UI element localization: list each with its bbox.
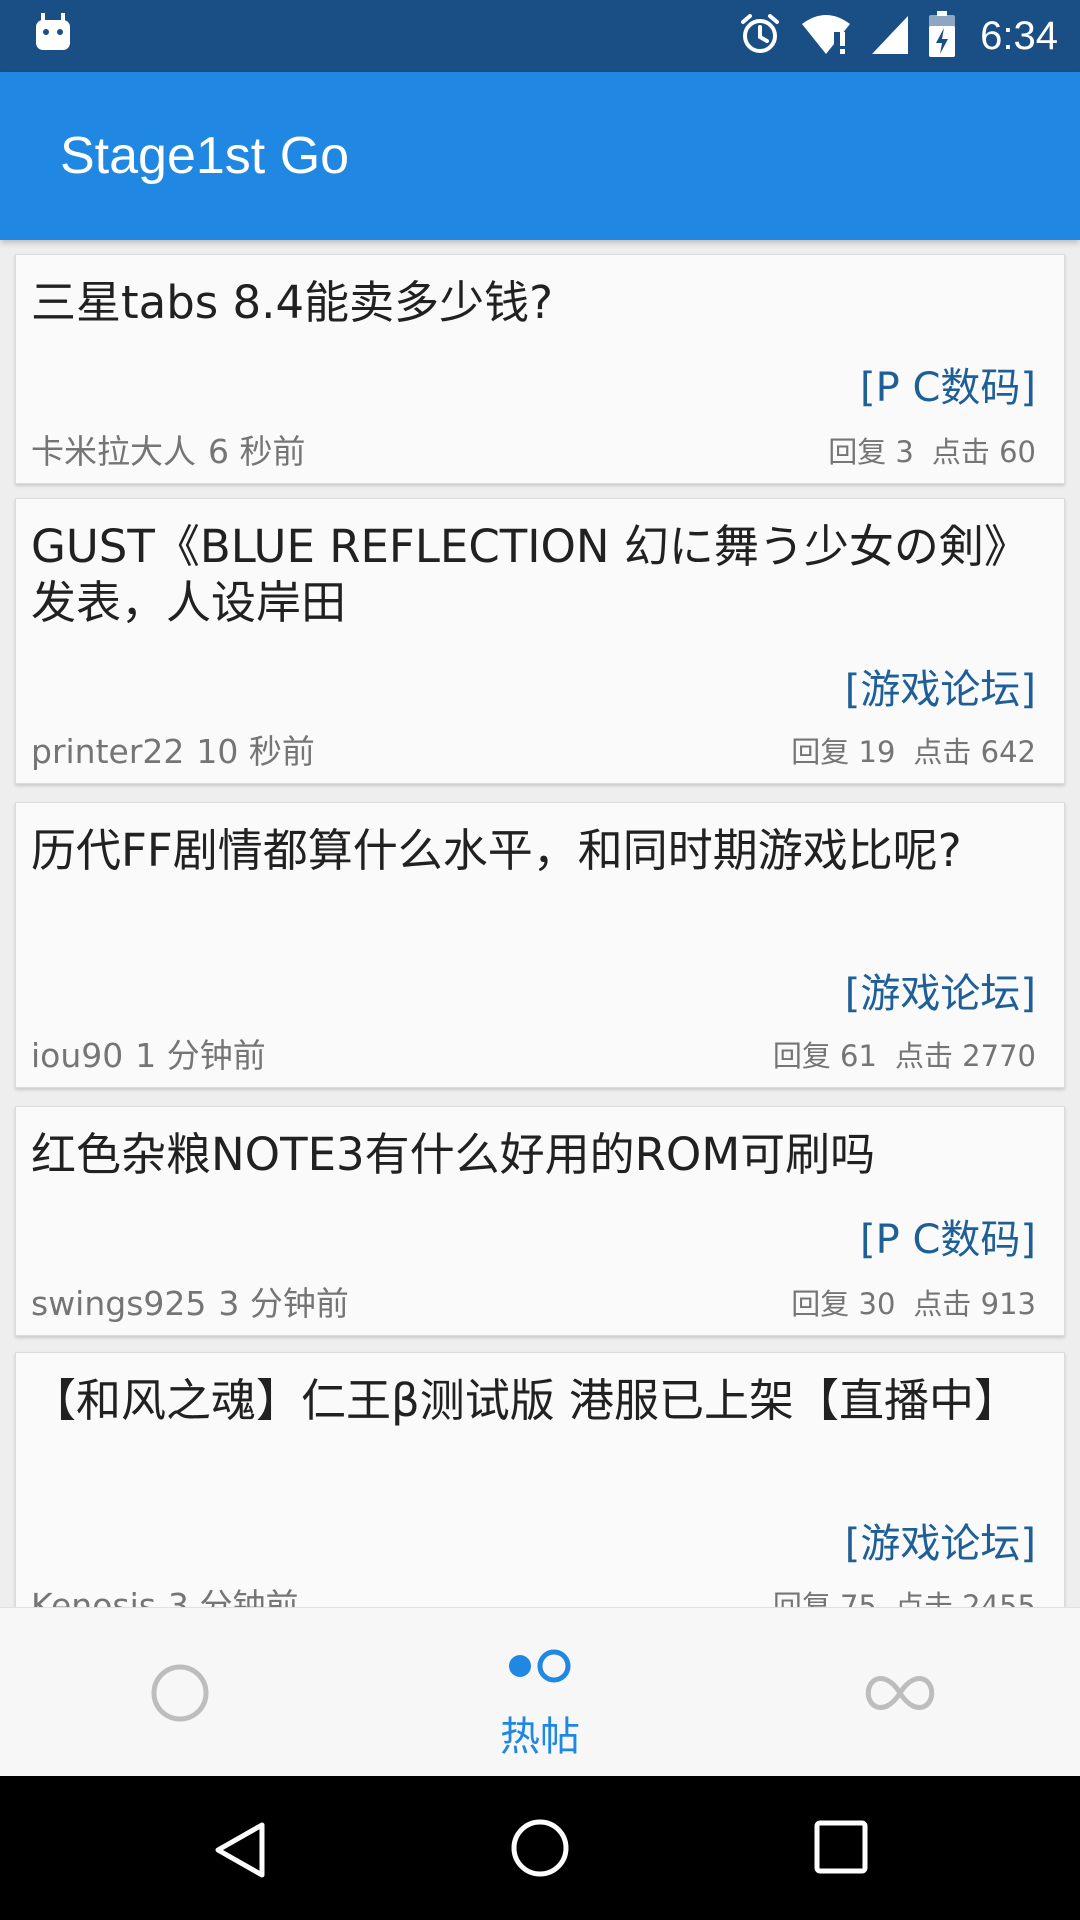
hot-posts-icon [509, 1649, 571, 1683]
post-stats: 回复 30 点击 913 [791, 1281, 1036, 1323]
post-title: GUST《BLUE REFLECTION 幻に舞う少女の剣》发表，人设岸田 [31, 520, 1029, 629]
post-title: 红色杂粮NOTE3有什么好用的ROM可刷吗 [31, 1128, 876, 1181]
battery-charging-icon [928, 10, 956, 62]
post-title: 历代FF剧情都算什么水平，和同时期游戏比呢? [31, 824, 962, 877]
infinity-icon [865, 1676, 935, 1710]
nav-item-hot-posts[interactable]: 热帖 [360, 1608, 720, 1777]
post-meta: Kenosis 3 分钟前 [31, 1579, 298, 1607]
post-author[interactable]: Kenosis [31, 1586, 156, 1607]
nav-label-hot-posts: 热帖 [500, 1714, 580, 1760]
post-title: 三星tabs 8.4能卖多少钱? [31, 276, 553, 329]
post-card[interactable]: 【和风之魂】仁王β测试版 港服已上架【直播中】 [游戏论坛] Kenosis 3 … [15, 1352, 1065, 1607]
post-stats: 回复 3 点击 60 [828, 429, 1036, 471]
post-clicks: 点击 642 [913, 735, 1036, 769]
signal-icon [870, 12, 910, 60]
post-stats: 回复 61 点击 2770 [773, 1033, 1036, 1075]
post-meta: swings925 3 分钟前 [31, 1277, 349, 1325]
bottom-navigation: 热帖 [0, 1607, 1080, 1777]
post-forum-tag[interactable]: [游戏论坛] [845, 961, 1036, 1019]
post-meta: 卡米拉大人 6 秒前 [31, 425, 306, 473]
post-forum-tag[interactable]: [P C数码] [860, 1207, 1036, 1265]
status-time: 6:34 [980, 13, 1058, 58]
post-forum-tag[interactable]: [游戏论坛] [845, 1511, 1036, 1569]
post-time: 3 分钟前 [167, 1586, 299, 1607]
post-author[interactable]: 卡米拉大人 [31, 432, 196, 471]
post-author[interactable]: iou90 [31, 1036, 123, 1075]
home-icon[interactable] [510, 1818, 570, 1878]
post-clicks: 点击 2455 [894, 1589, 1036, 1607]
post-stats: 回复 75 点击 2455 [773, 1583, 1036, 1607]
post-clicks: 点击 2770 [894, 1039, 1036, 1073]
post-list[interactable]: 三星tabs 8.4能卖多少钱? [P C数码] 卡米拉大人 6 秒前 回复 3 点… [0, 240, 1080, 1607]
post-card[interactable]: 红色杂粮NOTE3有什么好用的ROM可刷吗 [P C数码] swings925 3… [15, 1106, 1065, 1336]
post-meta: iou90 1 分钟前 [31, 1029, 266, 1077]
post-meta: printer22 10 秒前 [31, 725, 315, 773]
post-author[interactable]: printer22 [31, 732, 184, 771]
app-bar: Stage1st Go [0, 72, 1080, 240]
status-bar: 6:34 [0, 0, 1080, 72]
post-time: 1 分钟前 [135, 1036, 266, 1075]
post-clicks: 点击 913 [913, 1287, 1036, 1321]
post-time: 3 分钟前 [218, 1284, 349, 1323]
post-forum-tag[interactable]: [P C数码] [860, 355, 1036, 413]
post-replies: 回复 30 [791, 1287, 896, 1321]
post-author[interactable]: swings925 [31, 1284, 206, 1323]
wifi-alert-icon [800, 12, 852, 60]
system-navigation-bar [0, 1776, 1080, 1920]
post-stats: 回复 19 点击 642 [791, 729, 1036, 771]
post-title: 【和风之魂】仁王β测试版 港服已上架【直播中】 [31, 1374, 1020, 1427]
post-card[interactable]: GUST《BLUE REFLECTION 幻に舞う少女の剣》发表，人设岸田 [游… [15, 498, 1065, 784]
post-card[interactable]: 三星tabs 8.4能卖多少钱? [P C数码] 卡米拉大人 6 秒前 回复 3 点… [15, 254, 1065, 484]
alarm-icon [738, 12, 782, 60]
post-card[interactable]: 历代FF剧情都算什么水平，和同时期游戏比呢? [游戏论坛] iou90 1 分钟前… [15, 802, 1065, 1088]
nav-item-infinity[interactable] [720, 1608, 1080, 1777]
recents-icon[interactable] [814, 1820, 868, 1874]
back-icon[interactable] [212, 1820, 268, 1880]
android-notification-icon [34, 12, 72, 56]
post-replies: 回复 61 [772, 1039, 877, 1073]
post-replies: 回复 3 [828, 435, 914, 469]
post-replies: 回复 19 [791, 735, 896, 769]
post-forum-tag[interactable]: [游戏论坛] [845, 657, 1036, 715]
post-clicks: 点击 60 [931, 435, 1036, 469]
app-title: Stage1st Go [60, 127, 350, 185]
post-time: 6 秒前 [208, 432, 306, 471]
circle-outline-icon [151, 1664, 209, 1722]
post-time: 10 秒前 [196, 732, 315, 771]
nav-item-circle[interactable] [0, 1608, 360, 1777]
post-replies: 回复 75 [772, 1589, 877, 1607]
